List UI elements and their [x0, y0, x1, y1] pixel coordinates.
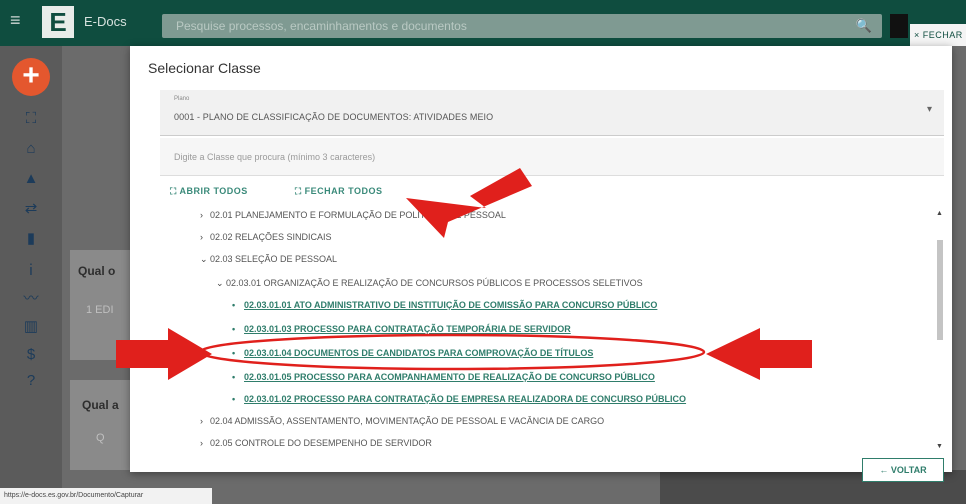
expand-icon[interactable]: ⛶	[22, 110, 40, 128]
status-bar-url: https://e-docs.es.gov.br/Documento/Captu…	[0, 488, 212, 504]
global-search-input[interactable]: Pesquise processos, encaminhamentos e do…	[162, 14, 882, 38]
bullet-icon: •	[232, 394, 236, 404]
scroll-up-icon[interactable]: ▲	[936, 210, 943, 217]
trend-icon[interactable]: 〰	[22, 290, 40, 308]
close-button[interactable]: × FECHAR	[910, 24, 966, 46]
tree-leaf[interactable]: • 02.03.01.02 PROCESSO PARA CONTRATAÇÃO D…	[232, 394, 686, 404]
app-logo-icon: E	[42, 6, 74, 38]
tree-leaf-link[interactable]: 02.03.01.05 PROCESSO PARA ACOMPANHAMENTO…	[244, 372, 655, 382]
open-all-label: ABRIR TODOS	[179, 186, 248, 196]
tree-node-label: 02.03 SELEÇÃO DE PESSOAL	[210, 254, 338, 264]
scroll-down-icon[interactable]: ▼	[936, 443, 943, 450]
help-icon[interactable]: ?	[22, 372, 40, 390]
dialog-title: Selecionar Classe	[148, 60, 261, 76]
bullet-icon: •	[232, 300, 236, 310]
class-search-input[interactable]: Digite a Classe que procura (mínimo 3 ca…	[160, 138, 944, 176]
tree-node[interactable]: ⌄ 02.03.01 ORGANIZAÇÃO E REALIZAÇÃO DE CO…	[216, 278, 643, 289]
tree-leaf[interactable]: • 02.03.01.03 PROCESSO PARA CONTRATAÇÃO T…	[232, 324, 571, 334]
tree-scrollbar[interactable]: ▲ ▼	[936, 210, 944, 450]
class-search-placeholder: Digite a Classe que procura (mínimo 3 ca…	[174, 152, 376, 162]
back-button[interactable]: ← VOLTAR	[862, 458, 944, 482]
chevron-right-icon[interactable]: ›	[200, 210, 210, 220]
chevron-down-icon[interactable]: ⌄	[216, 278, 226, 289]
tree-leaf-link[interactable]: 02.03.01.02 PROCESSO PARA CONTRATAÇÃO DE…	[244, 394, 686, 404]
chevron-right-icon[interactable]: ›	[200, 438, 210, 448]
class-tree: › 02.01 PLANEJAMENTO E FORMULAÇÃO DE POLÍ…	[160, 202, 936, 450]
tree-node[interactable]: › 02.05 CONTROLE DO DESEMPENHO DE SERVIDO…	[200, 438, 432, 448]
tree-node-label: 02.05 CONTROLE DO DESEMPENHO DE SERVIDOR	[210, 438, 432, 448]
open-all-button[interactable]: ⛶ ABRIR TODOS	[170, 186, 270, 196]
plano-label: Plano	[174, 96, 190, 102]
tree-leaf[interactable]: • 02.03.01.05 PROCESSO PARA ACOMPANHAMENT…	[232, 372, 655, 382]
swap-icon[interactable]: ⇄	[22, 200, 40, 218]
tree-node-label: 02.03.01 ORGANIZAÇÃO E REALIZAÇÃO DE CON…	[226, 278, 643, 288]
plano-select[interactable]: Plano 0001 - PLANO DE CLASSIFICAÇÃO DE D…	[160, 90, 944, 136]
top-bar: ≡ E E-Docs Pesquise processos, encaminha…	[0, 0, 966, 46]
tree-leaf-link[interactable]: 02.03.01.04 DOCUMENTOS DE CANDIDATOS PAR…	[244, 348, 593, 358]
close-all-button[interactable]: ⛶ FECHAR TODOS	[295, 186, 405, 196]
global-search-placeholder: Pesquise processos, encaminhamentos e do…	[176, 19, 467, 33]
document-icon[interactable]: ▮	[22, 230, 40, 248]
tree-actions: ⛶ ABRIR TODOS ⛶ FECHAR TODOS	[170, 186, 426, 197]
tree-node[interactable]: › 02.02 RELAÇÕES SINDICAIS	[200, 232, 332, 242]
background-search-icon: Q	[96, 432, 105, 444]
chevron-down-icon[interactable]: ▾	[927, 104, 932, 115]
tree-node-label: 02.04 ADMISSÃO, ASSENTAMENTO, MOVIMENTAÇ…	[210, 416, 605, 426]
tree-leaf-link[interactable]: 02.03.01.01 ATO ADMINISTRATIVO DE INSTIT…	[244, 300, 657, 310]
tree-node[interactable]: › 02.01 PLANEJAMENTO E FORMULAÇÃO DE POLÍ…	[200, 210, 506, 220]
background-field-1: 1 EDI	[86, 304, 114, 316]
inbox-icon[interactable]: ▲	[22, 170, 40, 188]
select-class-dialog: Selecionar Classe Plano 0001 - PLANO DE …	[130, 46, 952, 472]
background-heading-2: Qual a	[82, 398, 119, 412]
background-heading-1: Qual o	[78, 264, 116, 278]
tree-leaf-highlighted[interactable]: • 02.03.01.04 DOCUMENTOS DE CANDIDATOS PA…	[232, 348, 593, 358]
app-name: E-Docs	[84, 14, 127, 29]
background-card-2	[70, 380, 130, 470]
bullet-icon: •	[232, 324, 236, 334]
tree-leaf[interactable]: • 02.03.01.01 ATO ADMINISTRATIVO DE INSTI…	[232, 300, 657, 310]
user-avatar[interactable]	[890, 14, 908, 38]
bullet-icon: •	[232, 372, 236, 382]
tree-node[interactable]: ⌄ 02.03 SELEÇÃO DE PESSOAL	[200, 254, 337, 265]
chevron-down-icon[interactable]: ⌄	[200, 254, 210, 265]
dollar-icon[interactable]: $	[22, 346, 40, 364]
info-icon[interactable]: ⅰ	[22, 262, 40, 280]
tree-node[interactable]: › 02.04 ADMISSÃO, ASSENTAMENTO, MOVIMENTA…	[200, 416, 604, 426]
plano-value: 0001 - PLANO DE CLASSIFICAÇÃO DE DOCUMEN…	[174, 112, 494, 122]
search-icon[interactable]: 🔍	[856, 14, 872, 38]
scroll-thumb[interactable]	[937, 240, 943, 340]
close-all-label: FECHAR TODOS	[304, 186, 383, 196]
tree-node-label: 02.02 RELAÇÕES SINDICAIS	[210, 232, 332, 242]
add-icon[interactable]: +	[12, 58, 50, 96]
chart-icon[interactable]: ▥	[22, 318, 40, 336]
tree-leaf-link[interactable]: 02.03.01.03 PROCESSO PARA CONTRATAÇÃO TE…	[244, 324, 571, 334]
chevron-right-icon[interactable]: ›	[200, 416, 210, 426]
bullet-icon: •	[232, 348, 236, 358]
chevron-right-icon[interactable]: ›	[200, 232, 210, 242]
tree-node-label: 02.01 PLANEJAMENTO E FORMULAÇÃO DE POLÍT…	[210, 210, 506, 220]
home-icon[interactable]: ⌂	[22, 140, 40, 158]
menu-icon[interactable]: ≡	[10, 11, 30, 29]
